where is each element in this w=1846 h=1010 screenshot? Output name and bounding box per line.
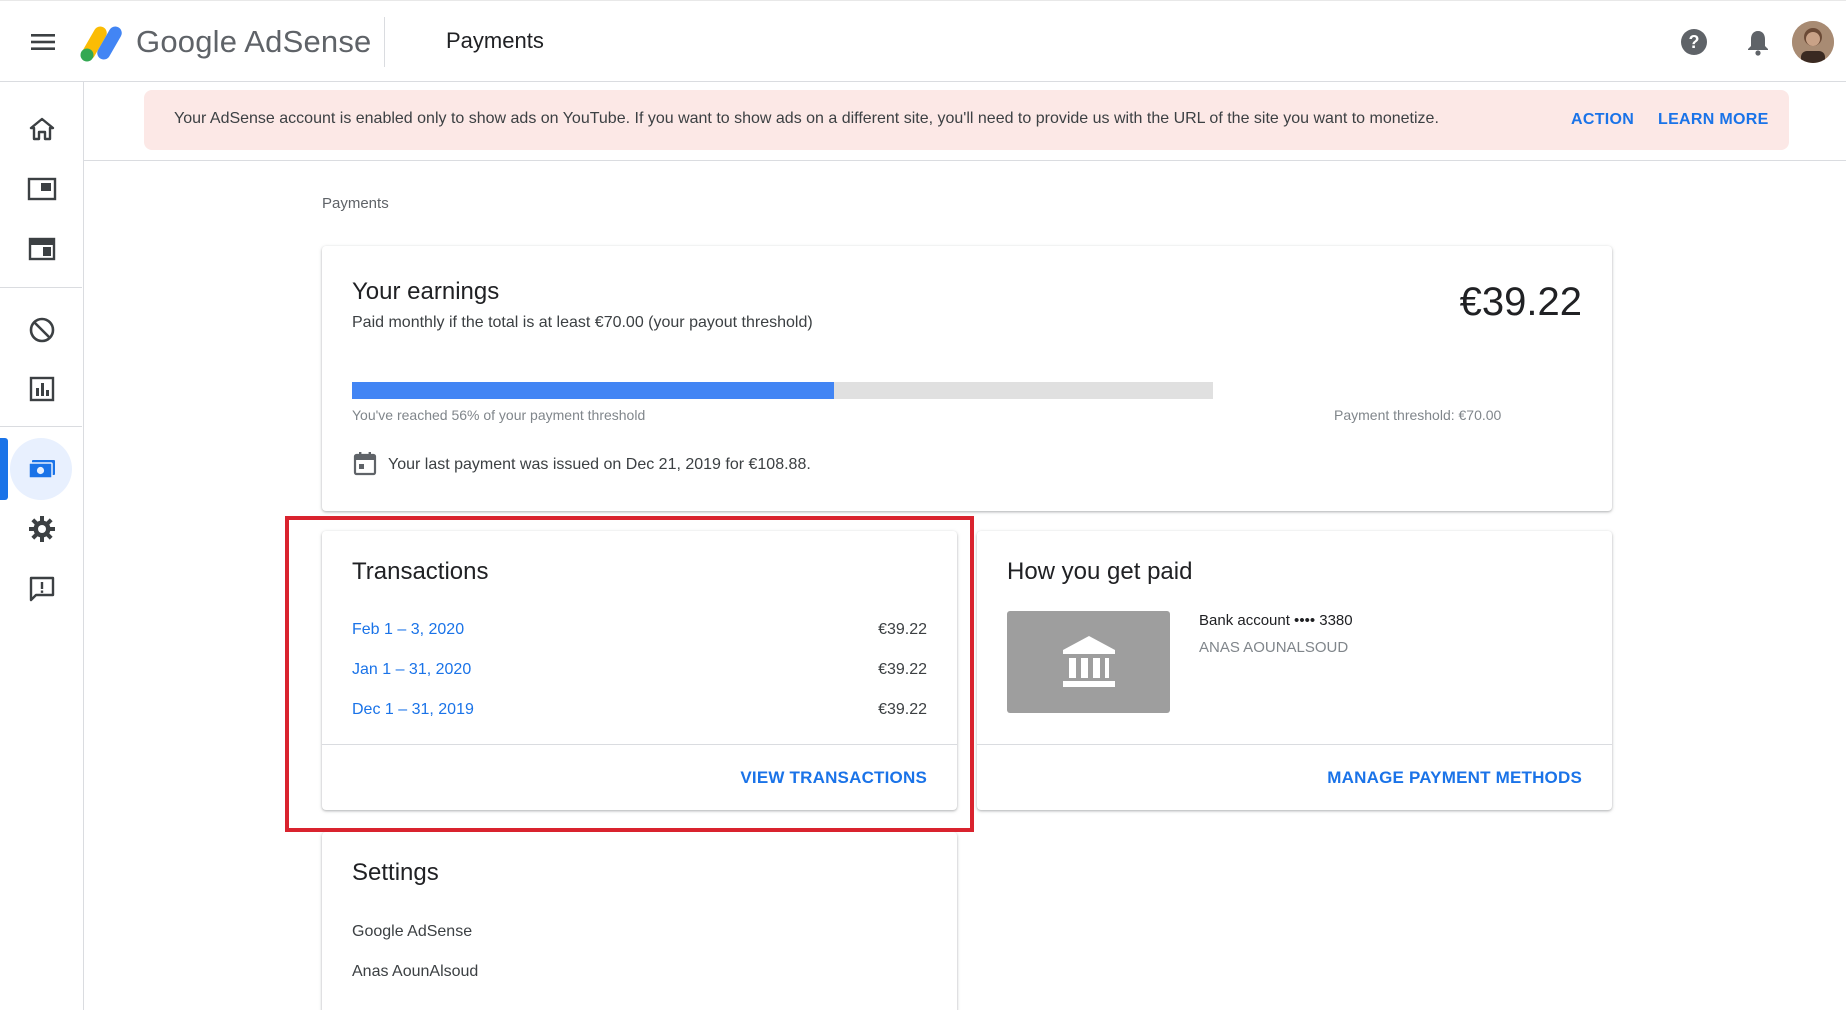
banner-action-button[interactable]: ACTION (1571, 111, 1634, 129)
transaction-amount: €39.22 (878, 661, 927, 678)
bank-icon (1007, 611, 1170, 713)
home-icon[interactable] (0, 101, 84, 157)
transactions-title: Transactions (352, 558, 489, 585)
transaction-row: Feb 1 – 3, 2020 €39.22 (352, 615, 927, 645)
view-transactions-button[interactable]: VIEW TRANSACTIONS (740, 768, 927, 788)
feedback-icon[interactable] (0, 561, 84, 617)
settings-item: Anas AounAlsoud (352, 963, 479, 980)
adsense-logo[interactable]: Google AdSense (80, 19, 371, 65)
account-owner-name: ANAS AOUNALSOUD (1199, 639, 1349, 656)
page-heading: Payments (446, 28, 544, 53)
payment-method-card: How you get paid Bank account •••• 3380 … (977, 531, 1612, 810)
calendar-icon (352, 450, 378, 476)
manage-payment-methods-button[interactable]: MANAGE PAYMENT METHODS (1327, 768, 1582, 788)
settings-item: Google AdSense (352, 923, 473, 940)
menu-icon[interactable] (24, 25, 62, 59)
reports-icon[interactable] (0, 361, 84, 417)
topbar-divider (384, 17, 385, 67)
transaction-amount: €39.22 (878, 621, 927, 638)
top-app-bar: Google AdSense Payments ? (0, 0, 1846, 82)
settings-card: Settings Google AdSense Anas AounAlsoud (322, 832, 957, 1010)
help-icon[interactable]: ? (1677, 25, 1711, 59)
settings-title: Settings (352, 859, 439, 886)
settings-icon[interactable] (0, 501, 84, 557)
progress-label: You've reached 56% of your payment thres… (352, 407, 646, 423)
svg-text:?: ? (1689, 32, 1700, 52)
blocking-controls-icon[interactable] (0, 302, 84, 358)
threshold-progress-fill (352, 382, 835, 399)
earnings-amount: €39.22 (1459, 280, 1582, 324)
last-payment-text: Your last payment was issued on Dec 21, … (388, 456, 811, 473)
rail-divider (0, 426, 82, 427)
transaction-row: Dec 1 – 31, 2019 €39.22 (352, 695, 927, 725)
sites-icon[interactable] (0, 161, 84, 217)
navigation-rail (0, 82, 84, 1010)
adsense-logo-icon (80, 26, 122, 62)
transaction-row: Jan 1 – 31, 2020 €39.22 (352, 655, 927, 685)
breadcrumb: Payments (322, 195, 389, 212)
transaction-amount: €39.22 (878, 701, 927, 718)
transaction-period-link[interactable]: Dec 1 – 31, 2019 (352, 701, 474, 719)
transaction-period-link[interactable]: Feb 1 – 3, 2020 (352, 621, 464, 639)
rail-divider (0, 287, 82, 288)
payment-method-title: How you get paid (1007, 558, 1193, 585)
ads-icon[interactable] (0, 221, 84, 277)
card-divider (977, 744, 1612, 745)
earnings-subtitle: Paid monthly if the total is at least €7… (352, 314, 813, 331)
logo-text: Google AdSense (136, 24, 372, 59)
earnings-card: Your earnings Paid monthly if the total … (322, 246, 1612, 511)
threshold-label: Payment threshold: €70.00 (1334, 407, 1502, 423)
account-avatar[interactable] (1792, 21, 1834, 63)
transaction-period-link[interactable]: Jan 1 – 31, 2020 (352, 661, 471, 679)
content-divider (84, 160, 1846, 161)
earnings-title: Your earnings (352, 278, 500, 305)
banner-message: Your AdSense account is enabled only to … (174, 110, 1439, 127)
bank-account-label: Bank account •••• 3380 (1199, 612, 1353, 629)
notifications-icon[interactable] (1741, 25, 1775, 59)
threshold-progress-bar (352, 382, 1213, 399)
transactions-card: Transactions Feb 1 – 3, 2020 €39.22 Jan … (322, 531, 957, 810)
card-divider (322, 744, 957, 745)
youtube-only-banner: Your AdSense account is enabled only to … (144, 90, 1789, 150)
banner-learn-more-button[interactable]: LEARN MORE (1658, 111, 1769, 129)
payments-icon[interactable] (0, 441, 84, 497)
